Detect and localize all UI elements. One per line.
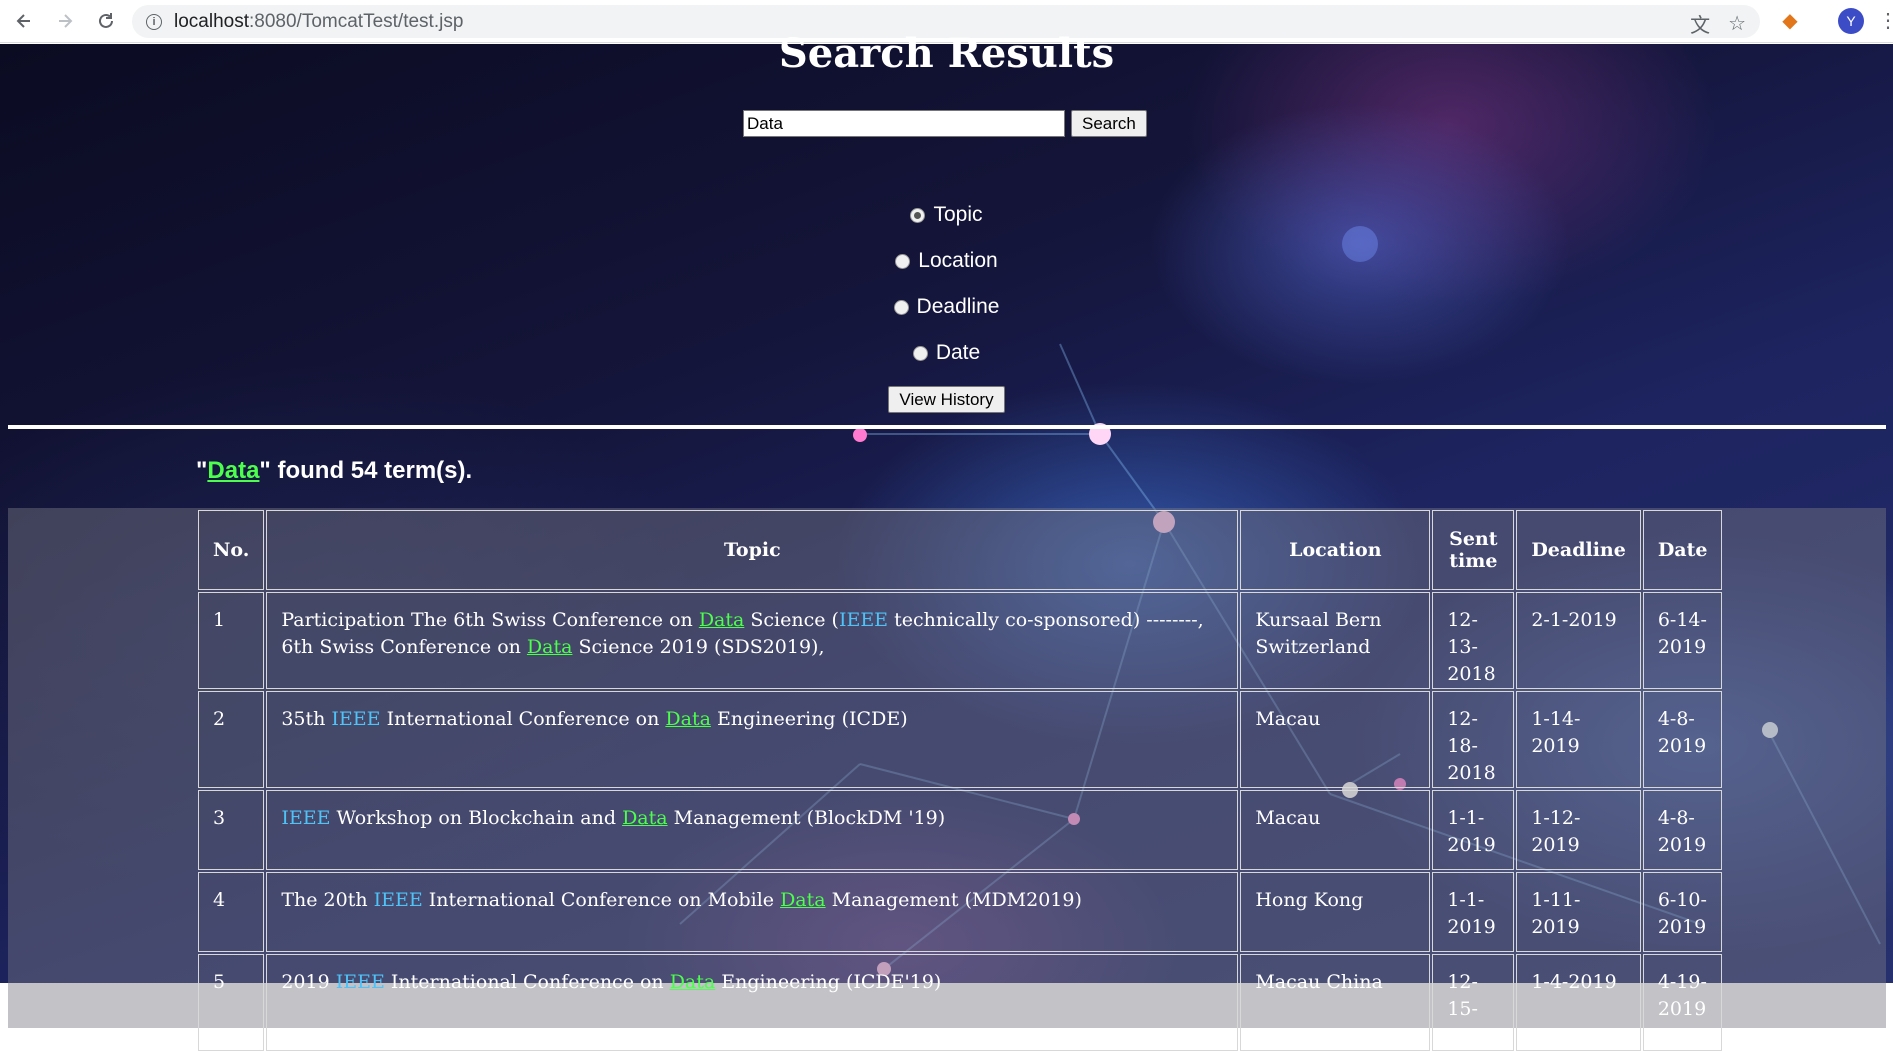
radio-label-date: Date [935, 341, 981, 364]
header-location: Location [1240, 510, 1431, 590]
cell-date: 4-19-2019 [1642, 954, 1723, 1051]
cell-deadline: 1-4-2019 [1516, 954, 1641, 1051]
cell-date: 6-14-2019 [1642, 592, 1723, 689]
info-icon[interactable]: i [146, 13, 162, 30]
keyword-link[interactable]: Data [622, 807, 668, 829]
cell-deadline: 1-14-2019 [1516, 691, 1641, 788]
radio-label-location: Location [918, 249, 998, 272]
cell-date: 6-10-2019 [1642, 872, 1723, 952]
topic-text: Management (BlockDM '19) [667, 807, 946, 829]
cell-topic: IEEE Workshop on Blockchain and Data Man… [266, 790, 1239, 870]
results-summary: "Data" found 54 term(s). [196, 457, 472, 485]
cell-no: 1 [198, 592, 265, 689]
cell-sent-time: 1-1-2019 [1432, 790, 1515, 870]
cell-no: 4 [198, 872, 265, 952]
search-input[interactable] [743, 110, 1065, 137]
table-row: 4 The 20th IEEE International Conference … [198, 872, 1723, 952]
cell-topic: The 20th IEEE International Conference o… [266, 872, 1239, 952]
topic-text: 2019 [281, 971, 336, 993]
cell-location: Hong Kong [1240, 872, 1431, 952]
radio-option-deadline[interactable]: Deadline [0, 295, 1893, 319]
topic-text: Management (MDM2019) [825, 889, 1082, 911]
cell-no: 5 [198, 954, 265, 1051]
table-row: 3 IEEE Workshop on Blockchain and Data Ma… [198, 790, 1723, 870]
header-sent-time: Sent time [1432, 510, 1515, 590]
topic-text: Science 2019 (SDS2019), [572, 636, 825, 658]
radio-label-topic: Topic [933, 203, 983, 226]
radio-option-topic[interactable]: Topic [0, 203, 1893, 227]
cell-deadline: 1-11-2019 [1516, 872, 1641, 952]
radio-deadline[interactable] [893, 299, 909, 315]
cell-date: 4-8-2019 [1642, 790, 1723, 870]
topic-text: Engineering (ICDE) [710, 708, 908, 730]
radio-option-location[interactable]: Location [0, 249, 1893, 273]
cell-topic: 2019 IEEE International Conference on Da… [266, 954, 1239, 1051]
topic-text: Science ( [744, 609, 839, 631]
table-row: 5 2019 IEEE International Conference on D… [198, 954, 1723, 1051]
summary-keyword[interactable]: Data [207, 457, 259, 484]
topic-text: Workshop on Blockchain and [330, 807, 623, 829]
keyword-link[interactable]: Data [780, 889, 826, 911]
keyword-link[interactable]: Data [670, 971, 716, 993]
page-title: Search Results [778, 30, 1115, 77]
cell-location: Macau [1240, 691, 1431, 788]
summary-quote: " [196, 457, 208, 484]
cell-topic: Participation The 6th Swiss Conference o… [266, 592, 1239, 689]
topic-text: International Conference on [384, 971, 670, 993]
topic-text: The 20th [281, 889, 374, 911]
cell-location: Macau China [1240, 954, 1431, 1051]
header-topic: Topic [266, 510, 1239, 590]
radio-option-date[interactable]: Date [0, 341, 1893, 365]
cell-date: 4-8-2019 [1642, 691, 1723, 788]
ieee-highlight: IEEE [373, 889, 423, 911]
topic-text: International Conference on Mobile [422, 889, 781, 911]
ieee-highlight: IEEE [281, 807, 331, 829]
cell-topic: 35th IEEE International Conference on Da… [266, 691, 1239, 788]
header-deadline: Deadline [1516, 510, 1641, 590]
cell-no: 3 [198, 790, 265, 870]
topic-text: Engineering (ICDE'19) [715, 971, 942, 993]
header-no: No. [198, 510, 265, 590]
cell-sent-time: 1-1-2019 [1432, 872, 1515, 952]
topic-text: International Conference on [380, 708, 666, 730]
ieee-highlight: IEEE [335, 971, 385, 993]
view-history-button[interactable]: View History [888, 386, 1005, 413]
cell-location: Kursaal Bern Switzerland [1240, 592, 1431, 689]
cell-deadline: 1-12-2019 [1516, 790, 1641, 870]
cell-no: 2 [198, 691, 265, 788]
ieee-highlight: IEEE [838, 609, 889, 631]
divider [8, 425, 1886, 429]
topic-text: Participation The 6th Swiss Conference o… [281, 609, 699, 631]
results-table: No. Topic Location Sent time Deadline Da… [196, 508, 1724, 1053]
radio-location[interactable] [895, 253, 911, 269]
keyword-link[interactable]: Data [527, 636, 573, 658]
search-button[interactable]: Search [1071, 110, 1147, 137]
keyword-link[interactable]: Data [665, 708, 711, 730]
summary-count: " found 54 term(s). [259, 457, 473, 484]
table-header-row: No. Topic Location Sent time Deadline Da… [198, 510, 1723, 590]
radio-label-deadline: Deadline [916, 295, 1000, 318]
header-date: Date [1642, 510, 1723, 590]
ieee-highlight: IEEE [331, 708, 381, 730]
cell-sent-time: 12-18-2018 [1432, 691, 1515, 788]
table-row: 1 Participation The 6th Swiss Conference … [198, 592, 1723, 689]
search-form: Search [743, 110, 1147, 137]
history-row: View History [0, 386, 1893, 413]
cell-sent-time: 12-13-2018 [1432, 592, 1515, 689]
topic-text: 35th [281, 708, 332, 730]
table-body: 1 Participation The 6th Swiss Conference … [198, 592, 1723, 1051]
keyword-link[interactable]: Data [699, 609, 745, 631]
radio-date[interactable] [912, 345, 928, 361]
table-row: 2 35th IEEE International Conference on D… [198, 691, 1723, 788]
radio-topic[interactable] [910, 207, 926, 223]
cell-sent-time: 12-15-2018 [1432, 954, 1515, 1051]
cell-location: Macau [1240, 790, 1431, 870]
cell-deadline: 2-1-2019 [1516, 592, 1641, 689]
